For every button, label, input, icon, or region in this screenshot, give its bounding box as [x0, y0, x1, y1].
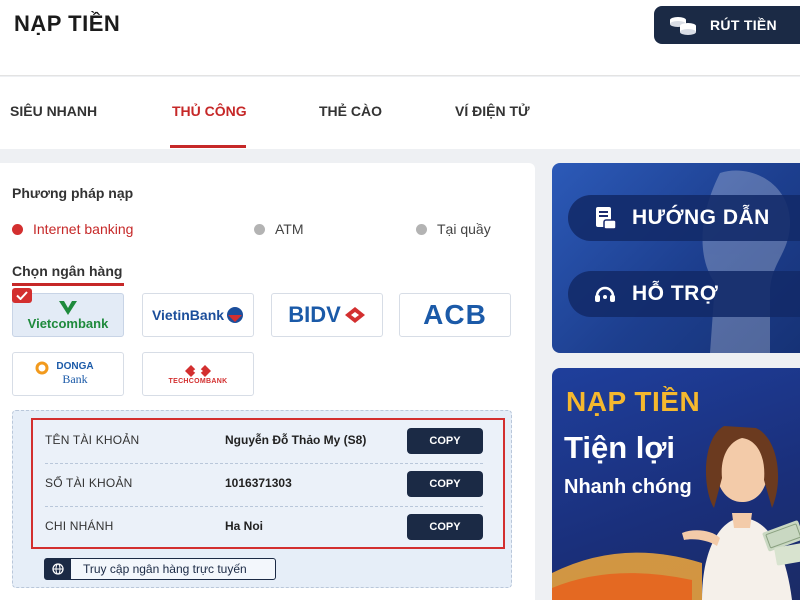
method-internet-banking[interactable]: Internet banking	[12, 221, 133, 237]
bidv-logo-icon	[344, 307, 365, 323]
method-title: Phương pháp nạp	[12, 185, 134, 201]
headset-icon	[595, 286, 615, 302]
bank-name: TECHCOMBANK	[168, 377, 228, 385]
radio-dot-icon	[12, 223, 23, 235]
branch-label: CHI NHÁNH	[45, 519, 114, 533]
tab-vi-dien-tu[interactable]: VÍ ĐIỆN TỬ	[455, 103, 530, 119]
active-tab-indicator	[170, 145, 246, 148]
account-name-label: TÊN TÀI KHOẢN	[45, 433, 140, 447]
copy-branch-button[interactable]: COPY	[407, 514, 483, 540]
bank-acb[interactable]: ACB	[399, 293, 511, 337]
online-banking-label: Truy cập ngân hàng trực tuyến	[83, 562, 247, 576]
help-panel: HƯỚNG DẪN HỖ TRỢ	[552, 163, 800, 353]
techcombank-logo-icon	[184, 364, 211, 377]
method-label: Internet banking	[33, 221, 134, 237]
check-icon	[12, 288, 32, 303]
account-number-row: SỐ TÀI KHOẢN 1016371303 COPY	[33, 463, 503, 506]
method-tai-quay[interactable]: Tại quầy	[416, 221, 491, 237]
support-button[interactable]: HỖ TRỢ	[568, 271, 800, 317]
bank-vietinbank[interactable]: VietinBank	[142, 293, 254, 337]
promo-banner[interactable]: NẠP TIỀN Tiện lợi Nhanh chóng	[552, 368, 800, 600]
bank-name-suffix: Bank	[62, 372, 88, 386]
radio-dot-icon	[254, 223, 265, 235]
guide-label: HƯỚNG DẪN	[632, 206, 770, 229]
branch-value: Ha Noi	[225, 519, 264, 533]
account-name-value: Nguyễn Đỗ Thảo My (S8)	[225, 433, 367, 447]
vietcombank-logo-icon	[59, 300, 77, 315]
method-atm[interactable]: ATM	[254, 221, 304, 237]
account-name-row: TÊN TÀI KHOẢN Nguyễn Đỗ Thảo My (S8) COP…	[33, 420, 503, 463]
tab-sieu-nhanh[interactable]: SIÊU NHANH	[10, 103, 97, 119]
document-icon	[596, 207, 617, 230]
bank-bidv[interactable]: BIDV	[271, 293, 383, 337]
merlion-statue-icon	[702, 170, 790, 353]
donga-logo-icon	[35, 361, 49, 375]
bank-name: Vietcombank	[27, 315, 109, 331]
deposit-tabs: SIÊU NHANH THỦ CÔNG THẺ CÀO VÍ ĐIỆN TỬ	[0, 77, 800, 149]
bank-name: VietinBank	[151, 307, 225, 323]
online-banking-link[interactable]: Truy cập ngân hàng trực tuyến	[44, 558, 276, 580]
bank-donga[interactable]: DONGA Bank	[12, 352, 124, 396]
deposit-form-card: Phương pháp nạp Internet banking ATM Tại…	[0, 163, 535, 600]
method-label: ATM	[275, 221, 304, 237]
branch-row: CHI NHÁNH Ha Noi COPY	[33, 506, 503, 549]
tab-the-cao[interactable]: THẺ CÀO	[319, 103, 382, 119]
bank-name: ACB	[423, 299, 487, 330]
bank-techcombank[interactable]: TECHCOMBANK	[142, 352, 254, 396]
bank-name: BIDV	[288, 302, 341, 327]
account-number-value: 1016371303	[225, 476, 292, 490]
withdraw-button[interactable]: RÚT TIỀN	[654, 6, 800, 44]
account-number-label: SỐ TÀI KHOẢN	[45, 476, 133, 490]
support-label: HỖ TRỢ	[632, 282, 719, 305]
account-details-highlight: TÊN TÀI KHOẢN Nguyễn Đỗ Thảo My (S8) COP…	[31, 418, 505, 549]
withdraw-label: RÚT TIỀN	[710, 17, 777, 33]
account-info-box: TÊN TÀI KHOẢN Nguyễn Đỗ Thảo My (S8) COP…	[12, 410, 512, 588]
bank-title-underline	[12, 283, 124, 286]
coins-icon	[670, 17, 696, 35]
bank-title: Chọn ngân hàng	[12, 263, 123, 279]
copy-account-name-button[interactable]: COPY	[407, 428, 483, 454]
page-title: NẠP TIỀN	[14, 11, 121, 36]
guide-button[interactable]: HƯỚNG DẪN	[568, 195, 800, 241]
page-header: NẠP TIỀN RÚT TIỀN	[0, 0, 800, 76]
tab-thu-cong[interactable]: THỦ CÔNG	[172, 103, 247, 119]
method-label: Tại quầy	[437, 221, 491, 237]
vietinbank-logo-icon	[227, 307, 244, 323]
bank-name: DONGA	[56, 361, 94, 372]
bank-vietcombank[interactable]: Vietcombank	[12, 288, 124, 337]
promo-illustration	[552, 426, 800, 600]
radio-dot-icon	[416, 223, 427, 235]
globe-icon	[45, 559, 71, 579]
copy-account-number-button[interactable]: COPY	[407, 471, 483, 497]
